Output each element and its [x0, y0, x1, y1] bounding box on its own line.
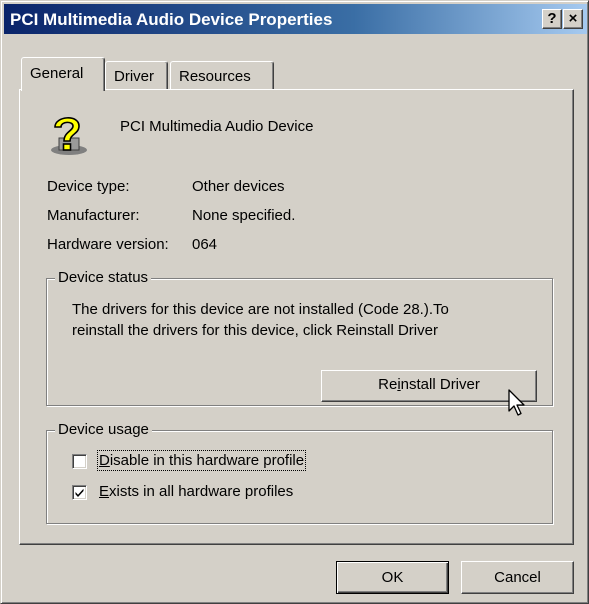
mouse-pointer-icon	[508, 389, 525, 416]
general-tab-panel: PCI Multimedia Audio Device Device type:…	[19, 89, 574, 545]
manufacturer-value: None specified.	[192, 207, 296, 224]
cancel-button[interactable]: Cancel	[461, 561, 574, 594]
tab-general-label: General	[30, 65, 84, 82]
tab-resources-label: Resources	[179, 68, 251, 85]
exists-accelerator: E	[99, 483, 110, 500]
hardware-version-label: Hardware version:	[47, 236, 169, 253]
disable-profile-checkbox[interactable]	[72, 454, 87, 469]
device-status-line2: reinstall the drivers for this device, c…	[72, 322, 438, 339]
device-status-title: Device status	[55, 269, 152, 286]
help-button[interactable]: ?	[542, 9, 562, 29]
properties-dialog: PCI Multimedia Audio Device Properties ?…	[0, 0, 589, 604]
manufacturer-label: Manufacturer:	[47, 207, 140, 224]
hardware-version-value: 064	[192, 236, 218, 253]
tab-resources[interactable]: Resources	[170, 61, 274, 91]
device-usage-group: Device usage Disable in this hardware pr…	[46, 421, 553, 524]
window-title: PCI Multimedia Audio Device Properties	[10, 10, 333, 29]
tab-driver[interactable]: Driver	[105, 61, 168, 91]
device-type-value: Other devices	[192, 178, 285, 195]
exists-label-text: xists in all hardware profiles	[109, 483, 294, 500]
reinstall-button-text-start: Re	[378, 376, 398, 393]
ok-button[interactable]: OK	[336, 561, 449, 594]
exists-profiles-checkbox[interactable]	[72, 485, 87, 500]
question-mark-device-icon	[51, 117, 87, 155]
disable-profile-label[interactable]: Disable in this hardware profile	[96, 450, 307, 471]
disable-label-text: isable in this hardware profile	[109, 452, 305, 469]
device-status-line1: The drivers for this device are not inst…	[72, 301, 449, 318]
device-type-label: Device type:	[47, 178, 130, 195]
checkmark-icon	[75, 488, 84, 497]
close-button[interactable]: ×	[563, 9, 583, 29]
device-name: PCI Multimedia Audio Device	[120, 118, 314, 135]
device-status-group: Device status The drivers for this devic…	[46, 269, 553, 406]
reinstall-button-text-end: nstall Driver	[400, 376, 480, 393]
title-bar[interactable]: PCI Multimedia Audio Device Properties ?…	[4, 4, 587, 34]
device-usage-title: Device usage	[55, 421, 152, 438]
disable-accelerator: D	[99, 452, 110, 469]
tab-general[interactable]: General	[21, 57, 105, 91]
tab-driver-label: Driver	[114, 68, 154, 85]
exists-profiles-label[interactable]: Exists in all hardware profiles	[99, 483, 293, 500]
reinstall-driver-button[interactable]: Reinstall Driver	[321, 370, 537, 402]
